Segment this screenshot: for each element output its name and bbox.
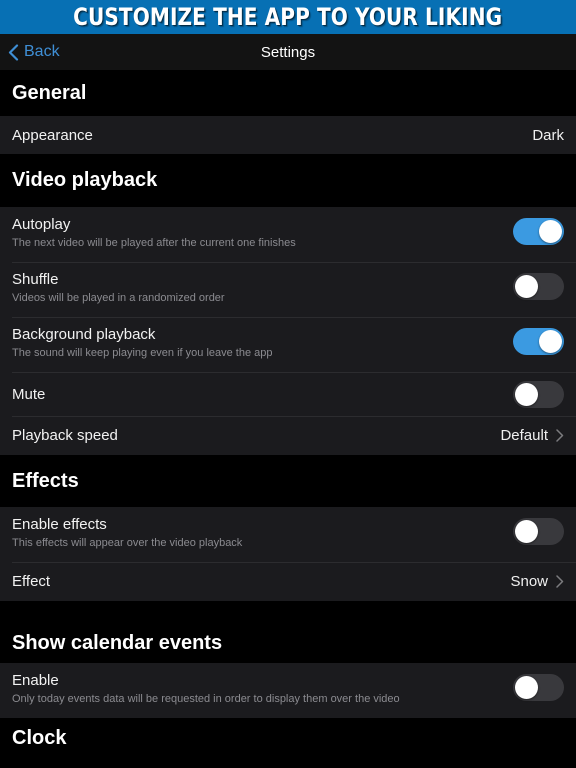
section-group-general: Appearance Dark <box>0 116 576 154</box>
settings-row-appearance[interactable]: Appearance Dark <box>0 116 576 154</box>
toggle-knob <box>539 330 562 353</box>
settings-row-autoplay[interactable]: Autoplay The next video will be played a… <box>0 207 576 262</box>
section-header-video-playback: Video playback <box>0 154 576 207</box>
row-title: Playback speed <box>12 427 118 444</box>
row-control-container <box>513 218 564 245</box>
row-value-container: Default <box>500 427 564 444</box>
section-header-general-label: General <box>12 81 87 104</box>
row-text: Playback speed <box>12 427 118 444</box>
settings-screen: CUSTOMIZE THE APP TO YOUR LIKING Back Se… <box>0 0 576 768</box>
page-title: Settings <box>260 43 316 61</box>
row-subtitle: The next video will be played after the … <box>12 237 296 249</box>
section-header-show-calendar-events-label: Show calendar events <box>12 632 223 654</box>
settings-row-mute[interactable]: Mute <box>0 372 576 416</box>
settings-row-playback-speed[interactable]: Playback speed Default <box>0 416 576 455</box>
promo-banner[interactable]: CUSTOMIZE THE APP TO YOUR LIKING <box>0 0 576 34</box>
row-title: Shuffle <box>12 271 59 288</box>
section-header-clock: Clock <box>0 718 576 758</box>
row-text: Shuffle Videos will be played in a rando… <box>12 271 225 305</box>
section-header-general: General <box>0 70 576 116</box>
row-control-container <box>513 380 564 408</box>
toggle-knob <box>515 520 538 543</box>
row-control-container <box>513 518 564 545</box>
section-group-video-playback: Autoplay The next video will be played a… <box>0 207 576 455</box>
settings-row-calendar-enable[interactable]: Enable Only today events data will be re… <box>0 663 576 718</box>
row-control-container <box>513 328 564 355</box>
back-button[interactable]: Back <box>0 34 60 70</box>
row-subtitle: Videos will be played in a randomized or… <box>12 292 225 304</box>
section-header-show-calendar-events: Show calendar events <box>0 601 576 663</box>
toggle-knob <box>515 275 538 298</box>
row-title: Appearance <box>12 126 93 144</box>
row-text: Mute <box>12 386 45 403</box>
row-text: Enable Only today events data will be re… <box>12 672 400 706</box>
row-value: Default <box>500 427 548 444</box>
row-text: Background playback The sound will keep … <box>12 326 273 360</box>
toggle-enable-effects[interactable] <box>513 518 564 545</box>
settings-row-enable-effects[interactable]: Enable effects This effects will appear … <box>0 507 576 562</box>
row-subtitle: Only today events data will be requested… <box>12 693 400 705</box>
toggle-autoplay[interactable] <box>513 218 564 245</box>
row-title: Enable <box>12 672 59 689</box>
row-value-container: Snow <box>510 573 564 590</box>
chevron-right-icon <box>556 429 564 442</box>
row-text: Effect <box>12 573 50 590</box>
row-subtitle: This effects will appear over the video … <box>12 537 243 549</box>
row-text: Autoplay The next video will be played a… <box>12 216 296 250</box>
row-title: Background playback <box>12 326 156 343</box>
row-value: Dark <box>532 126 564 144</box>
toggle-calendar-enable[interactable] <box>513 674 564 701</box>
settings-row-shuffle[interactable]: Shuffle Videos will be played in a rando… <box>0 262 576 317</box>
row-subtitle: The sound will keep playing even if you … <box>12 347 273 359</box>
row-title: Mute <box>12 385 46 403</box>
row-control-container <box>513 674 564 701</box>
navigation-bar: Back Settings <box>0 34 576 70</box>
row-value-container: Dark <box>532 127 564 144</box>
chevron-left-icon <box>8 43 19 61</box>
row-control-container <box>513 273 564 300</box>
toggle-knob <box>515 382 538 406</box>
toggle-mute[interactable] <box>513 380 564 408</box>
row-title: Effect <box>12 573 51 590</box>
toggle-knob <box>515 676 538 699</box>
section-header-effects: Effects <box>0 455 576 507</box>
settings-row-background-playback[interactable]: Background playback The sound will keep … <box>0 317 576 372</box>
settings-row-effect[interactable]: Effect Snow <box>0 562 576 601</box>
section-header-effects-label: Effects <box>12 469 79 492</box>
row-text: Enable effects This effects will appear … <box>12 516 242 550</box>
section-group-show-calendar-events: Enable Only today events data will be re… <box>0 663 576 718</box>
row-text: Appearance <box>12 127 93 144</box>
toggle-shuffle[interactable] <box>513 273 564 300</box>
section-header-video-playback-label: Video playback <box>12 169 158 191</box>
chevron-right-icon <box>556 575 564 588</box>
promo-banner-text: CUSTOMIZE THE APP TO YOUR LIKING <box>73 3 503 31</box>
toggle-knob <box>539 220 562 243</box>
row-value: Snow <box>510 573 548 590</box>
settings-list[interactable]: General Appearance Dark Video playback A… <box>0 70 576 768</box>
row-title: Enable effects <box>12 516 107 533</box>
section-group-effects: Enable effects This effects will appear … <box>0 507 576 601</box>
row-title: Autoplay <box>12 216 71 233</box>
back-button-label: Back <box>24 43 60 60</box>
section-header-clock-label: Clock <box>12 726 67 749</box>
toggle-background-playback[interactable] <box>513 328 564 355</box>
